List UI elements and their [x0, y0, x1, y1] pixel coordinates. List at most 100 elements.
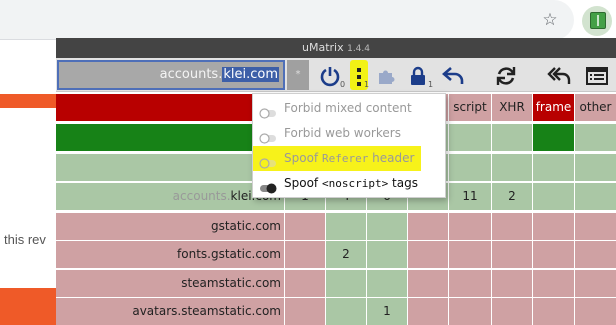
matrix-cell[interactable]	[326, 213, 366, 240]
domain-name: steamstatic.com	[181, 304, 281, 318]
subdomain-prefix: fonts.	[177, 247, 211, 261]
undo-icon	[442, 66, 464, 84]
matrix-cell[interactable]	[492, 154, 532, 181]
matrix-cell[interactable]	[449, 298, 491, 325]
puzzle-icon	[379, 70, 395, 84]
column-xhr[interactable]: XHR	[492, 94, 532, 121]
global-scope-button[interactable]: *	[287, 60, 309, 90]
dashboard-button[interactable]	[583, 59, 611, 91]
matrix-cell[interactable]	[575, 241, 616, 268]
toggle-off-icon	[259, 153, 277, 169]
matrix-cell[interactable]	[408, 241, 448, 268]
menu-item-spoof-referer[interactable]: Spoof Referer header	[253, 146, 421, 171]
domain-row-fonts-gstatic[interactable]: fonts.gstatic.com	[56, 241, 284, 268]
scope-domain: klei.com	[222, 67, 279, 82]
column-frame[interactable]: frame	[533, 94, 574, 121]
menu-item-label: Forbid web workers	[284, 126, 401, 140]
matrix-cell[interactable]	[367, 213, 407, 240]
toggle-off-icon	[259, 128, 277, 144]
popup-titlebar: uMatrix 1.4.4	[56, 38, 616, 58]
matrix-cell[interactable]	[533, 298, 574, 325]
first-party-row-label[interactable]: 1st-	[56, 124, 284, 151]
matrix-cell[interactable]: 11	[449, 183, 491, 210]
matrix-cell[interactable]	[575, 298, 616, 325]
subdomain-prefix: accounts.	[172, 189, 231, 203]
matrix-cell[interactable]: 2	[492, 183, 532, 210]
domain-row-avatars-steamstatic[interactable]: avatars.steamstatic.com	[56, 298, 284, 325]
menu-count: 1	[364, 80, 370, 89]
menu-item-forbid-web-workers[interactable]: Forbid web workers	[253, 121, 445, 146]
menu-item-forbid-mixed-content[interactable]: Forbid mixed content	[253, 96, 445, 121]
toggle-on-icon	[259, 178, 277, 194]
matrix-cell[interactable]	[492, 124, 532, 151]
matrix-cell[interactable]	[492, 298, 532, 325]
matrix-cell[interactable]	[285, 241, 325, 268]
domain-name: gstatic.com	[210, 247, 281, 261]
column-script[interactable]: script	[449, 94, 491, 121]
lock-icon	[411, 66, 425, 85]
matrix-cell[interactable]: 2	[326, 241, 366, 268]
matrix-cell[interactable]	[285, 213, 325, 240]
label-text: Spoof	[284, 176, 322, 190]
toggle-off-icon	[259, 103, 277, 119]
list-icon	[586, 66, 608, 85]
matrix-cell[interactable]	[575, 124, 616, 151]
matrix-cell[interactable]	[408, 213, 448, 240]
domain-row-klei[interactable]: klei	[56, 154, 284, 181]
matrix-cell[interactable]	[449, 154, 491, 181]
page-text: this rev	[4, 232, 46, 247]
matrix-cell[interactable]	[408, 298, 448, 325]
matrix-cell[interactable]	[533, 154, 574, 181]
popup-title: uMatrix	[301, 41, 344, 54]
matrix-cell[interactable]	[533, 183, 574, 210]
umatrix-icon[interactable]	[590, 12, 606, 29]
matrix-cell[interactable]	[492, 213, 532, 240]
more-options-menu: Forbid mixed content Forbid web workers …	[252, 93, 446, 198]
matrix-cell[interactable]	[285, 270, 325, 297]
matrix-cell[interactable]	[449, 241, 491, 268]
column-other[interactable]: other	[575, 94, 616, 121]
matrix-cell[interactable]	[367, 241, 407, 268]
matrix-cell[interactable]	[449, 124, 491, 151]
matrix-cell[interactable]	[575, 183, 616, 210]
power-count: 0	[340, 80, 346, 89]
matrix-cell[interactable]	[533, 124, 574, 151]
menu-item-label: Spoof <noscript> tags	[284, 171, 418, 196]
matrix-cell[interactable]	[533, 270, 574, 297]
matrix-cell[interactable]	[575, 213, 616, 240]
domain-row-steamstatic[interactable]: steamstatic.com	[56, 270, 284, 297]
matrix-cell[interactable]	[449, 270, 491, 297]
matrix-cell[interactable]	[326, 298, 366, 325]
revert-all-icon	[547, 66, 571, 84]
matrix-cell[interactable]: 1	[367, 298, 407, 325]
lock-count: 1	[428, 80, 434, 89]
matrix-cell[interactable]	[326, 270, 366, 297]
revert-button[interactable]	[439, 59, 467, 91]
matrix-cell[interactable]	[449, 213, 491, 240]
menu-item-spoof-noscript[interactable]: Spoof <noscript> tags	[253, 171, 445, 196]
puzzle-button[interactable]	[374, 59, 398, 91]
matrix-cell[interactable]	[575, 154, 616, 181]
scope-selector[interactable]: accounts.klei.com	[57, 60, 285, 90]
label-text: Spoof	[284, 151, 322, 165]
matrix-cell[interactable]	[408, 270, 448, 297]
reload-icon	[496, 66, 516, 85]
reload-button[interactable]	[492, 59, 520, 91]
matrix-cell[interactable]	[367, 270, 407, 297]
subdomain-prefix: avatars.	[132, 304, 182, 318]
matrix-cell[interactable]	[575, 270, 616, 297]
all-row-label[interactable]	[56, 94, 284, 121]
matrix-cell[interactable]	[492, 241, 532, 268]
kebab-icon	[357, 67, 361, 86]
address-bar[interactable]	[0, 0, 574, 40]
star-icon[interactable]: ☆	[541, 10, 559, 30]
matrix-cell[interactable]	[533, 213, 574, 240]
matrix-cell[interactable]	[492, 270, 532, 297]
matrix-cell[interactable]	[533, 241, 574, 268]
revert-all-button[interactable]	[544, 59, 574, 91]
domain-row-gstatic[interactable]: gstatic.com	[56, 213, 284, 240]
scope-prefix: accounts.	[159, 67, 223, 82]
matrix-cell[interactable]	[285, 298, 325, 325]
lock-button[interactable]	[406, 59, 430, 91]
domain-row-accounts-klei[interactable]: accounts.klei.com	[56, 183, 284, 210]
